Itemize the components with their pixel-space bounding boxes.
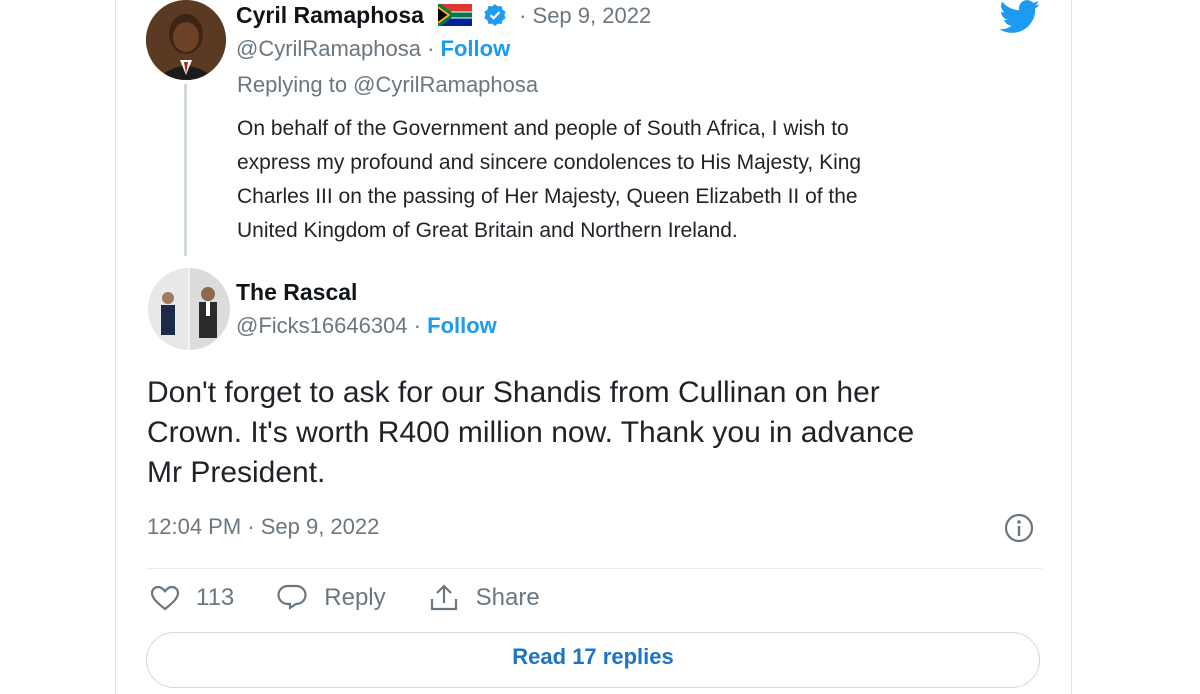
reply-follow-button[interactable]: Follow: [427, 313, 497, 338]
reply-handle-row: @Ficks16646304 · Follow: [236, 313, 497, 339]
author-avatar[interactable]: [146, 0, 226, 80]
tweet-actions: 113 Reply Share: [150, 580, 582, 616]
reply-author-avatar-image: [148, 268, 230, 350]
share-icon: [430, 584, 457, 611]
thread-connector: [184, 84, 187, 256]
reply-tweet-body: Don't forget to ask for our Shandis from…: [147, 373, 1047, 493]
reply-label: Reply: [324, 584, 386, 611]
tweet-timestamp[interactable]: 12:04 PM · Sep 9, 2022: [147, 514, 379, 540]
like-button[interactable]: 113: [150, 584, 234, 612]
original-tweet-line: Charles III on the passing of Her Majest…: [237, 185, 858, 208]
author-header: Cyril Ramaphosa · Sep 9, 2022: [236, 2, 651, 29]
original-tweet-line: United Kingdom of Great Britain and Nort…: [237, 219, 738, 242]
original-tweet-line: On behalf of the Government and people o…: [237, 117, 849, 140]
twitter-bird-icon[interactable]: [998, 0, 1042, 34]
south-africa-flag-icon: [438, 4, 473, 26]
reply-tweet-line: Mr President.: [147, 456, 326, 489]
author-avatar-image: [146, 0, 226, 80]
reply-tweet-line: Crown. It's worth R400 million now. Than…: [147, 416, 915, 449]
author-name[interactable]: Cyril Ramaphosa: [236, 2, 424, 28]
verified-badge-icon: [484, 4, 506, 26]
like-count: 113: [196, 584, 235, 611]
reply-author-name[interactable]: The Rascal: [236, 279, 357, 306]
follow-separator: ·: [427, 36, 435, 61]
original-tweet-line: express my profound and sincere condolen…: [237, 151, 862, 174]
comment-icon: [277, 584, 307, 611]
follow-button[interactable]: Follow: [441, 36, 511, 61]
tweet-date[interactable]: · Sep 9, 2022: [519, 3, 651, 28]
follow-separator: ·: [413, 313, 421, 338]
share-label: Share: [475, 584, 540, 611]
heart-icon: [150, 585, 180, 611]
info-icon[interactable]: [1003, 512, 1035, 544]
read-replies-button[interactable]: Read 17 replies: [146, 632, 1040, 688]
author-handle[interactable]: @CyrilRamaphosa: [236, 36, 421, 61]
replying-to[interactable]: Replying to @CyrilRamaphosa: [237, 72, 538, 98]
reply-author-avatar[interactable]: [148, 268, 230, 350]
read-replies-label: Read 17 replies: [512, 644, 674, 669]
author-handle-row: @CyrilRamaphosa · Follow: [236, 36, 510, 62]
reply-button[interactable]: Reply: [276, 583, 386, 613]
reply-author-handle[interactable]: @Ficks16646304: [236, 313, 408, 338]
divider: [146, 568, 1042, 569]
reply-tweet-line: Don't forget to ask for our Shandis from…: [147, 376, 880, 409]
share-button[interactable]: Share: [428, 583, 540, 613]
original-tweet-body: On behalf of the Government and people o…: [237, 112, 1027, 248]
